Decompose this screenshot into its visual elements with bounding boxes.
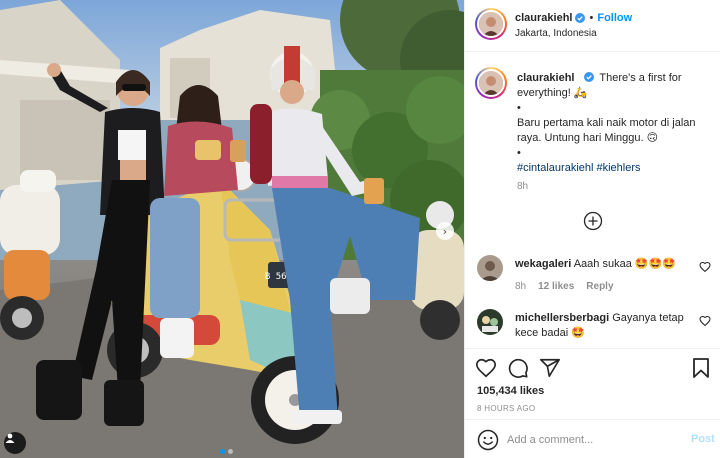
caption-line: Baru pertama kali naik motor di jalan ra… — [517, 117, 696, 144]
comment-text: Aaah sukaa 🤩🤩🤩 — [573, 258, 676, 270]
caption-author-avatar[interactable] — [477, 69, 505, 97]
comment-likes[interactable]: 12 likes — [538, 281, 574, 292]
post-photo[interactable]: B 5609 TCN — [0, 0, 464, 458]
heart-icon[interactable] — [699, 315, 711, 327]
verified-badge-icon — [583, 72, 594, 82]
paper-plane-icon[interactable] — [539, 357, 561, 379]
comment-body: michellersberbagi Gayanya tetap kece bad… — [515, 311, 691, 341]
author-avatar[interactable] — [477, 10, 505, 38]
avatar-image — [479, 71, 503, 95]
commenter-avatar[interactable] — [477, 309, 503, 335]
like-count[interactable]: 105,434 likes — [477, 385, 544, 397]
heart-icon[interactable] — [475, 357, 497, 379]
comment-input[interactable] — [507, 430, 677, 450]
comment-body: wekagaleri Aaah sukaa 🤩🤩🤩 — [515, 257, 691, 272]
verified-badge-icon — [575, 13, 586, 23]
heart-icon[interactable] — [699, 261, 711, 273]
comment-timestamp: 8h — [515, 281, 527, 292]
person-icon — [5, 433, 15, 443]
author-username[interactable]: claurakiehl — [515, 12, 572, 24]
reply-button[interactable]: Reply — [586, 281, 613, 292]
chevron-right-icon: › — [442, 224, 448, 238]
comment-bubble-icon[interactable] — [507, 357, 529, 379]
post-header: claurakiehl • Follow Jakarta, Indonesia — [465, 0, 720, 52]
caption-timestamp: 8h — [517, 181, 529, 192]
post-actions: 105,434 likes 8 HOURS AGO Post — [465, 348, 720, 458]
user-tag-icon[interactable] — [4, 432, 26, 454]
post-timestamp[interactable]: 8 HOURS AGO — [477, 404, 535, 413]
post-side-panel: claurakiehl • Follow Jakarta, Indonesia — [464, 0, 720, 458]
avatar-image — [477, 255, 503, 281]
post-location[interactable]: Jakarta, Indonesia — [515, 28, 597, 39]
follow-button[interactable]: Follow — [597, 12, 632, 24]
smiley-icon[interactable] — [477, 429, 499, 451]
comment-composer: Post — [465, 419, 720, 458]
carousel-next-button[interactable]: › — [436, 222, 454, 240]
carousel-indicator — [220, 449, 233, 454]
caption-hashtags[interactable]: #cintalaurakiehl #kiehlers — [517, 161, 713, 176]
comment-username[interactable]: wekagaleri — [515, 258, 571, 270]
commenter-avatar[interactable] — [477, 255, 503, 281]
comments-area[interactable]: claurakiehl There's a first for everythi… — [465, 53, 720, 348]
comment-item: michellersberbagi Gayanya tetap kece bad… — [477, 309, 713, 345]
separator-dot: • — [589, 12, 594, 24]
post-modal: B 5609 TCN — [0, 0, 720, 458]
comment-item: wekagaleri Aaah sukaa 🤩🤩🤩 8h 12 likes Re… — [477, 255, 713, 305]
caption-line: • — [517, 147, 521, 159]
comment-meta: 8h 12 likes Reply — [515, 281, 614, 292]
carousel-dot-active — [220, 449, 225, 454]
photo-scene: B 5609 TCN — [0, 0, 464, 458]
post-comment-button[interactable]: Post — [691, 433, 715, 445]
avatar-image — [479, 12, 503, 36]
header-user-row: claurakiehl • Follow — [515, 12, 632, 24]
comment-username[interactable]: michellersberbagi — [515, 312, 609, 324]
post-caption: claurakiehl There's a first for everythi… — [517, 71, 713, 176]
caption-line: • — [517, 102, 521, 114]
caption-username[interactable]: claurakiehl — [517, 72, 574, 84]
plus-circle-icon[interactable] — [583, 211, 603, 231]
carousel-dot — [228, 449, 233, 454]
bookmark-icon[interactable] — [691, 357, 711, 379]
action-icons — [475, 357, 561, 379]
avatar-image — [477, 309, 503, 335]
